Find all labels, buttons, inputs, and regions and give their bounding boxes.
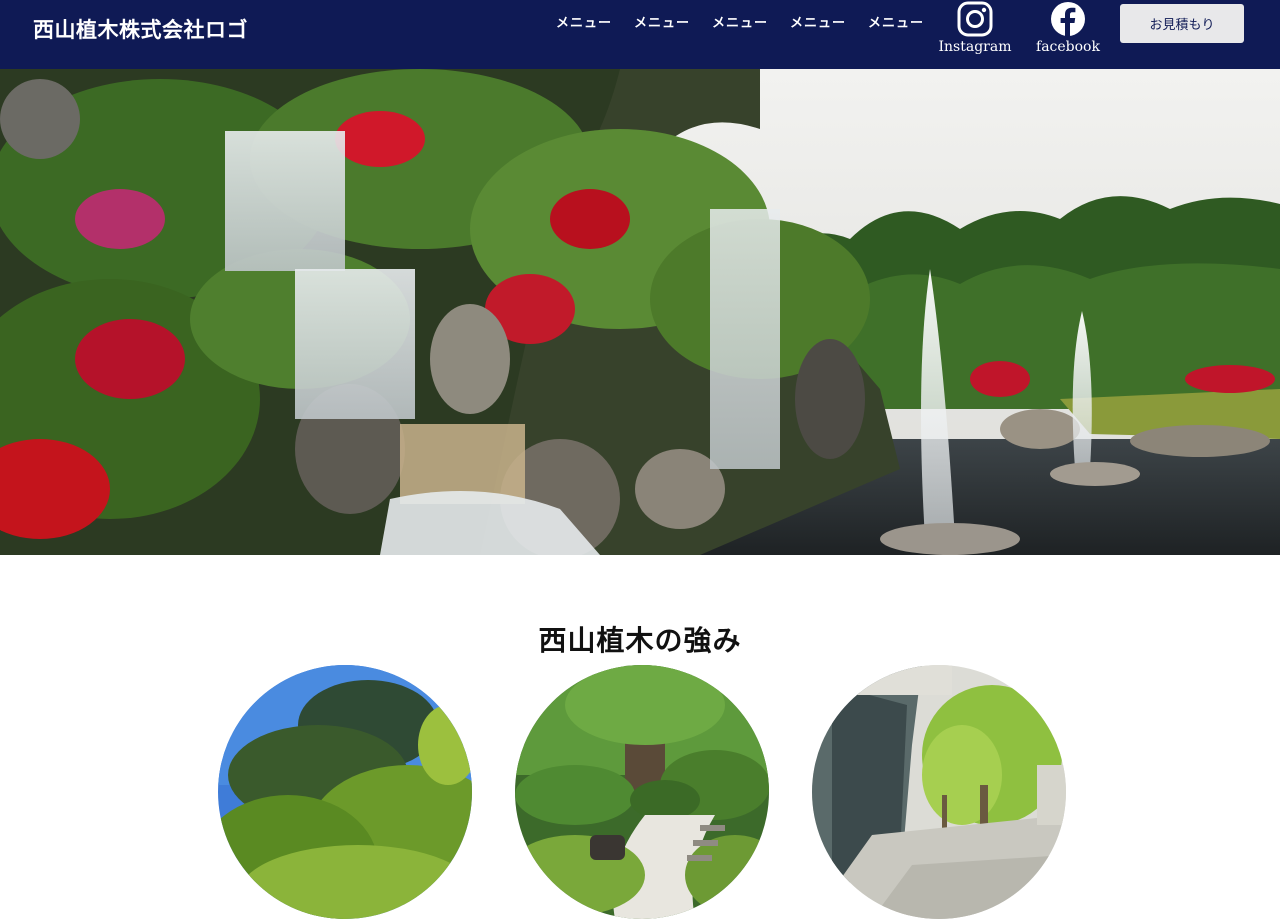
strength-image-courtyard	[812, 665, 1066, 919]
nav-item-3[interactable]: メニュー	[712, 12, 770, 31]
hero-image	[0, 69, 1280, 555]
strength-image-garden-path	[515, 665, 769, 919]
nav-item-2[interactable]: メニュー	[634, 12, 692, 31]
quote-request-button[interactable]: お見積もり	[1120, 4, 1244, 43]
nav-item-4[interactable]: メニュー	[790, 12, 848, 31]
nav-item-5[interactable]: メニュー	[868, 12, 926, 31]
facebook-link[interactable]: facebook	[1032, 1, 1104, 55]
strengths-title: 西山植木の強み	[538, 624, 742, 658]
nav-item-1[interactable]: メニュー	[556, 12, 614, 31]
site-header: 西山植木株式会社ロゴ メニュー メニュー メニュー メニュー メニュー Inst…	[0, 0, 1280, 69]
site-logo[interactable]: 西山植木株式会社ロゴ	[33, 14, 248, 44]
instagram-link[interactable]: Instagram	[938, 1, 1012, 55]
main-nav: メニュー メニュー メニュー メニュー メニュー	[556, 12, 926, 31]
instagram-icon	[957, 1, 993, 37]
instagram-label: Instagram	[938, 39, 1012, 55]
strength-image-pine-tree	[218, 665, 472, 919]
facebook-label: facebook	[1036, 39, 1100, 55]
facebook-icon	[1051, 2, 1085, 36]
